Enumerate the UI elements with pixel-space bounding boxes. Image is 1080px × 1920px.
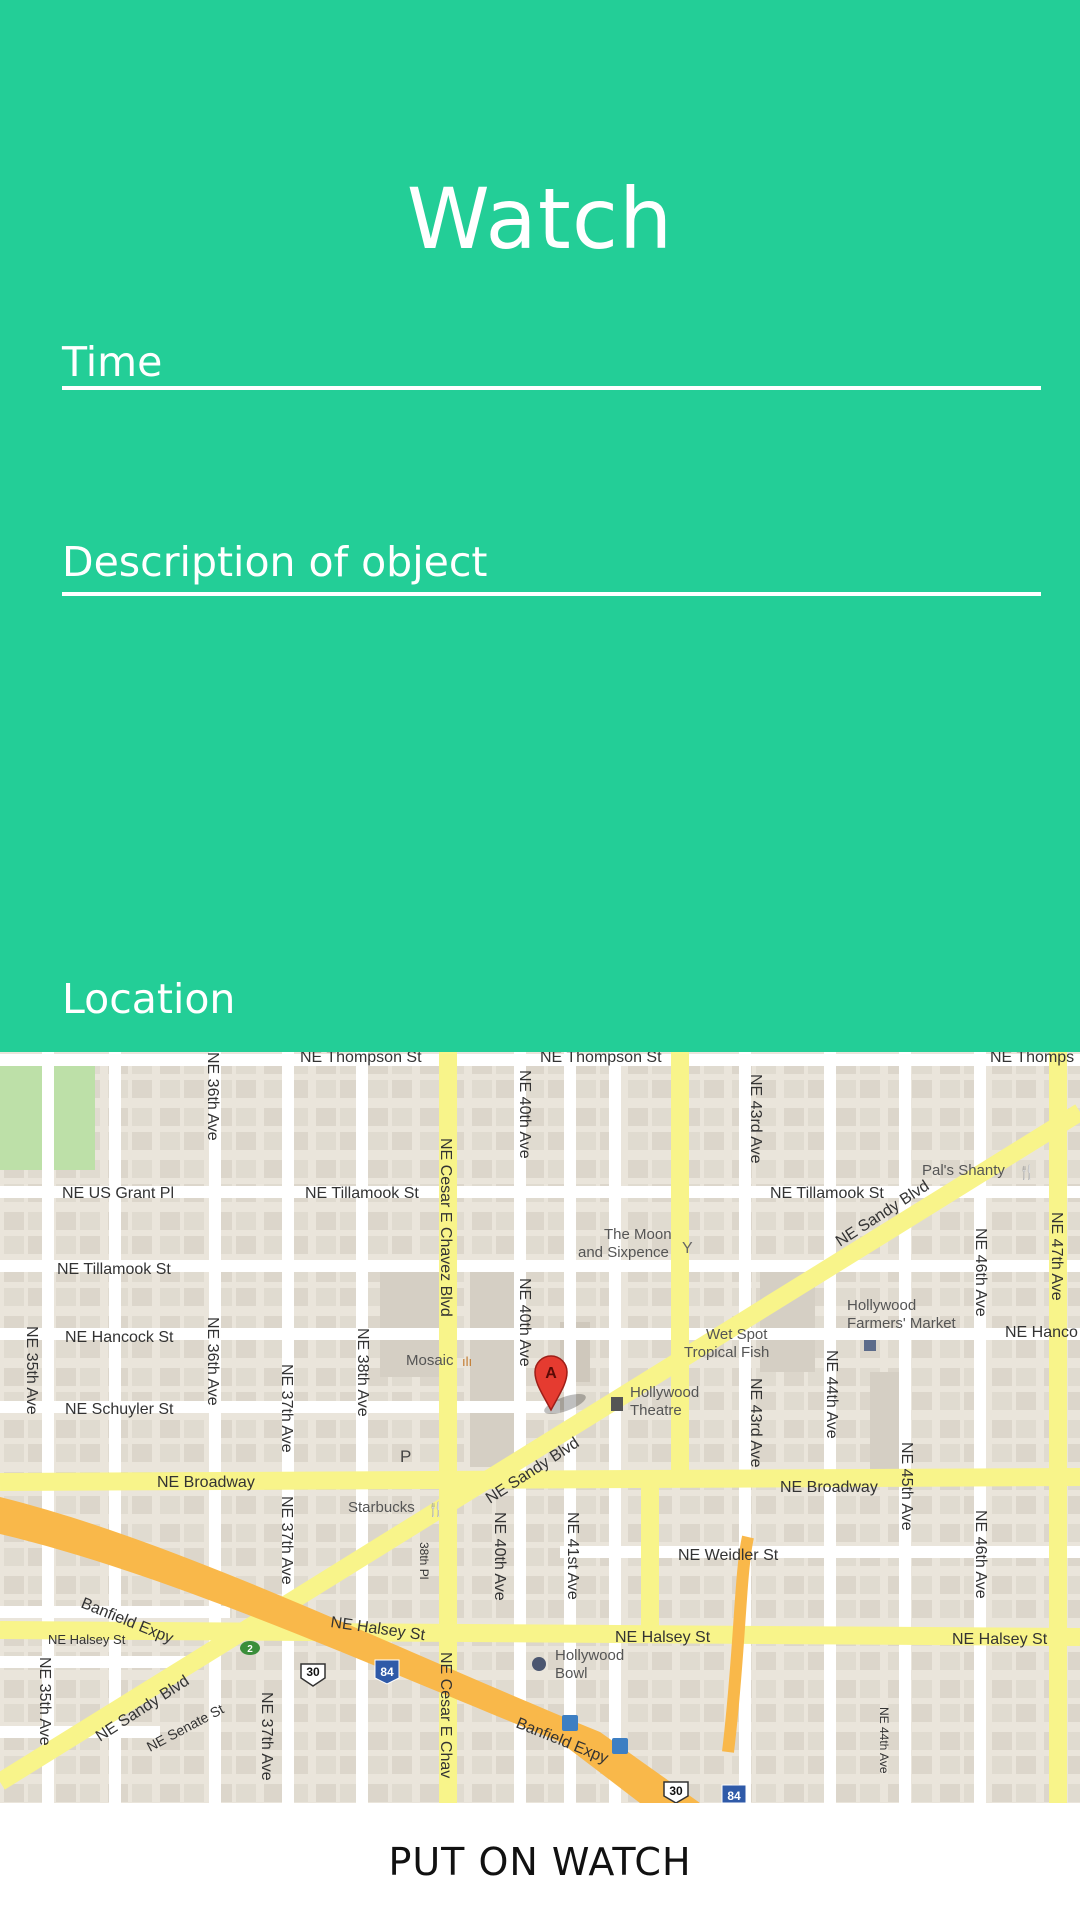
bottom-bar: PUT ON WATCH [0,1803,1080,1920]
street-label: NE Tillamook St [305,1185,419,1202]
street-label: NE Thompson St [540,1052,662,1066]
poi-label: Wet Spot [706,1326,768,1343]
street-label: NE Hanco [1005,1324,1078,1341]
poi-label: Farmers' Market [847,1315,957,1332]
street-label: NE Tillamook St [57,1261,171,1278]
transit-icon [612,1738,628,1754]
poi-label: Hollywood [630,1384,699,1401]
poi-label: Mosaic [406,1352,454,1369]
map-canvas[interactable]: NE Thompson St NE Thompson St NE Thomps … [0,1052,1080,1803]
street-label: NE 41st Ave [564,1512,581,1600]
poi-label: and Sixpence [578,1244,669,1261]
location-label: Location [62,975,236,1023]
poi-label: Hollywood [555,1647,624,1664]
poi-label: Bowl [555,1665,588,1682]
poi-label: Theatre [630,1402,682,1419]
street-label: NE Broadway [157,1474,255,1491]
shopping-icon [864,1340,876,1351]
street-label: NE Tillamook St [770,1185,884,1202]
street-label: NE 36th Ave [204,1317,221,1406]
time-field-label[interactable]: Time [62,338,162,386]
street-label: NE 37th Ave [278,1364,295,1453]
street-label: NE 45th Ave [898,1442,915,1531]
street-label: 38th Pl [417,1542,431,1579]
parking-icon: P [400,1447,411,1466]
street-label: NE Thompson St [300,1052,422,1066]
svg-text:A: A [545,1365,557,1382]
bowling-icon [532,1657,546,1671]
poi-label: The Moon [604,1226,672,1243]
street-label: NE US Grant Pl [62,1185,174,1202]
street-label: NE 40th Ave [516,1278,533,1367]
poi-label: Tropical Fish [684,1344,769,1361]
page-title: Watch [406,170,674,268]
street-label: NE 46th Ave [972,1228,989,1317]
street-label: NE 36th Ave [204,1052,221,1141]
street-label: NE Schuyler St [65,1401,174,1418]
street-label: NE 40th Ave [491,1512,508,1601]
transit-icon [562,1715,578,1731]
description-field-underline [62,592,1041,596]
i84-shield: 84 [721,1784,747,1803]
street-label: NE 35th Ave [23,1326,40,1415]
street-label: NE 35th Ave [36,1657,53,1746]
description-field-label[interactable]: Description of object [62,538,487,586]
street-label: NE Hancock St [65,1329,174,1346]
street-label: NE 38th Ave [354,1328,371,1417]
street-label: NE 37th Ave [258,1692,275,1781]
put-on-watch-button[interactable]: PUT ON WATCH [0,1803,1080,1920]
street-label: NE 43rd Ave [747,1378,764,1468]
cafe-icon: 🍴 [427,1501,444,1518]
street-label: NE 37th Ave [278,1496,295,1585]
street-label: NE 46th Ave [972,1510,989,1599]
street-label: NE Cesar E Chav [437,1652,454,1778]
street-label: NE Halsey St [952,1631,1048,1648]
bar-icon: Y [682,1240,693,1257]
street-label: NE Halsey St [48,1632,126,1647]
street-label: NE 44th Ave [823,1350,840,1439]
street-label: NE 43rd Ave [747,1074,764,1164]
street-label: NE 47th Ave [1048,1212,1065,1301]
street-label: NE Thomps [990,1052,1074,1066]
time-field-underline [62,386,1041,390]
svg-text:30: 30 [669,1784,683,1798]
poi-label: Starbucks [348,1499,415,1516]
poi-label: Pal's Shanty [922,1162,1005,1179]
culture-icon: ılı [462,1354,472,1369]
location-map[interactable]: NE Thompson St NE Thompson St NE Thomps … [0,1052,1080,1803]
restaurant-icon: 🍴 [1018,1164,1035,1181]
poi-label: Hollywood [847,1297,916,1314]
svg-text:84: 84 [727,1789,741,1803]
theatre-icon [611,1397,623,1411]
street-label: NE Weidler St [678,1547,779,1564]
street-label: NE Broadway [780,1479,878,1496]
street-label: NE Cesar E Chavez Blvd [437,1138,454,1317]
exit-shield: 2 [240,1641,260,1655]
street-label: NE Halsey St [615,1629,711,1646]
watch-form: Watch Time Description of object Locatio… [0,0,1080,1052]
svg-text:84: 84 [380,1665,394,1679]
svg-text:2: 2 [247,1644,253,1655]
street-label: NE 44th Ave [877,1707,891,1774]
svg-text:30: 30 [306,1665,320,1679]
street-label: NE 40th Ave [516,1070,533,1159]
